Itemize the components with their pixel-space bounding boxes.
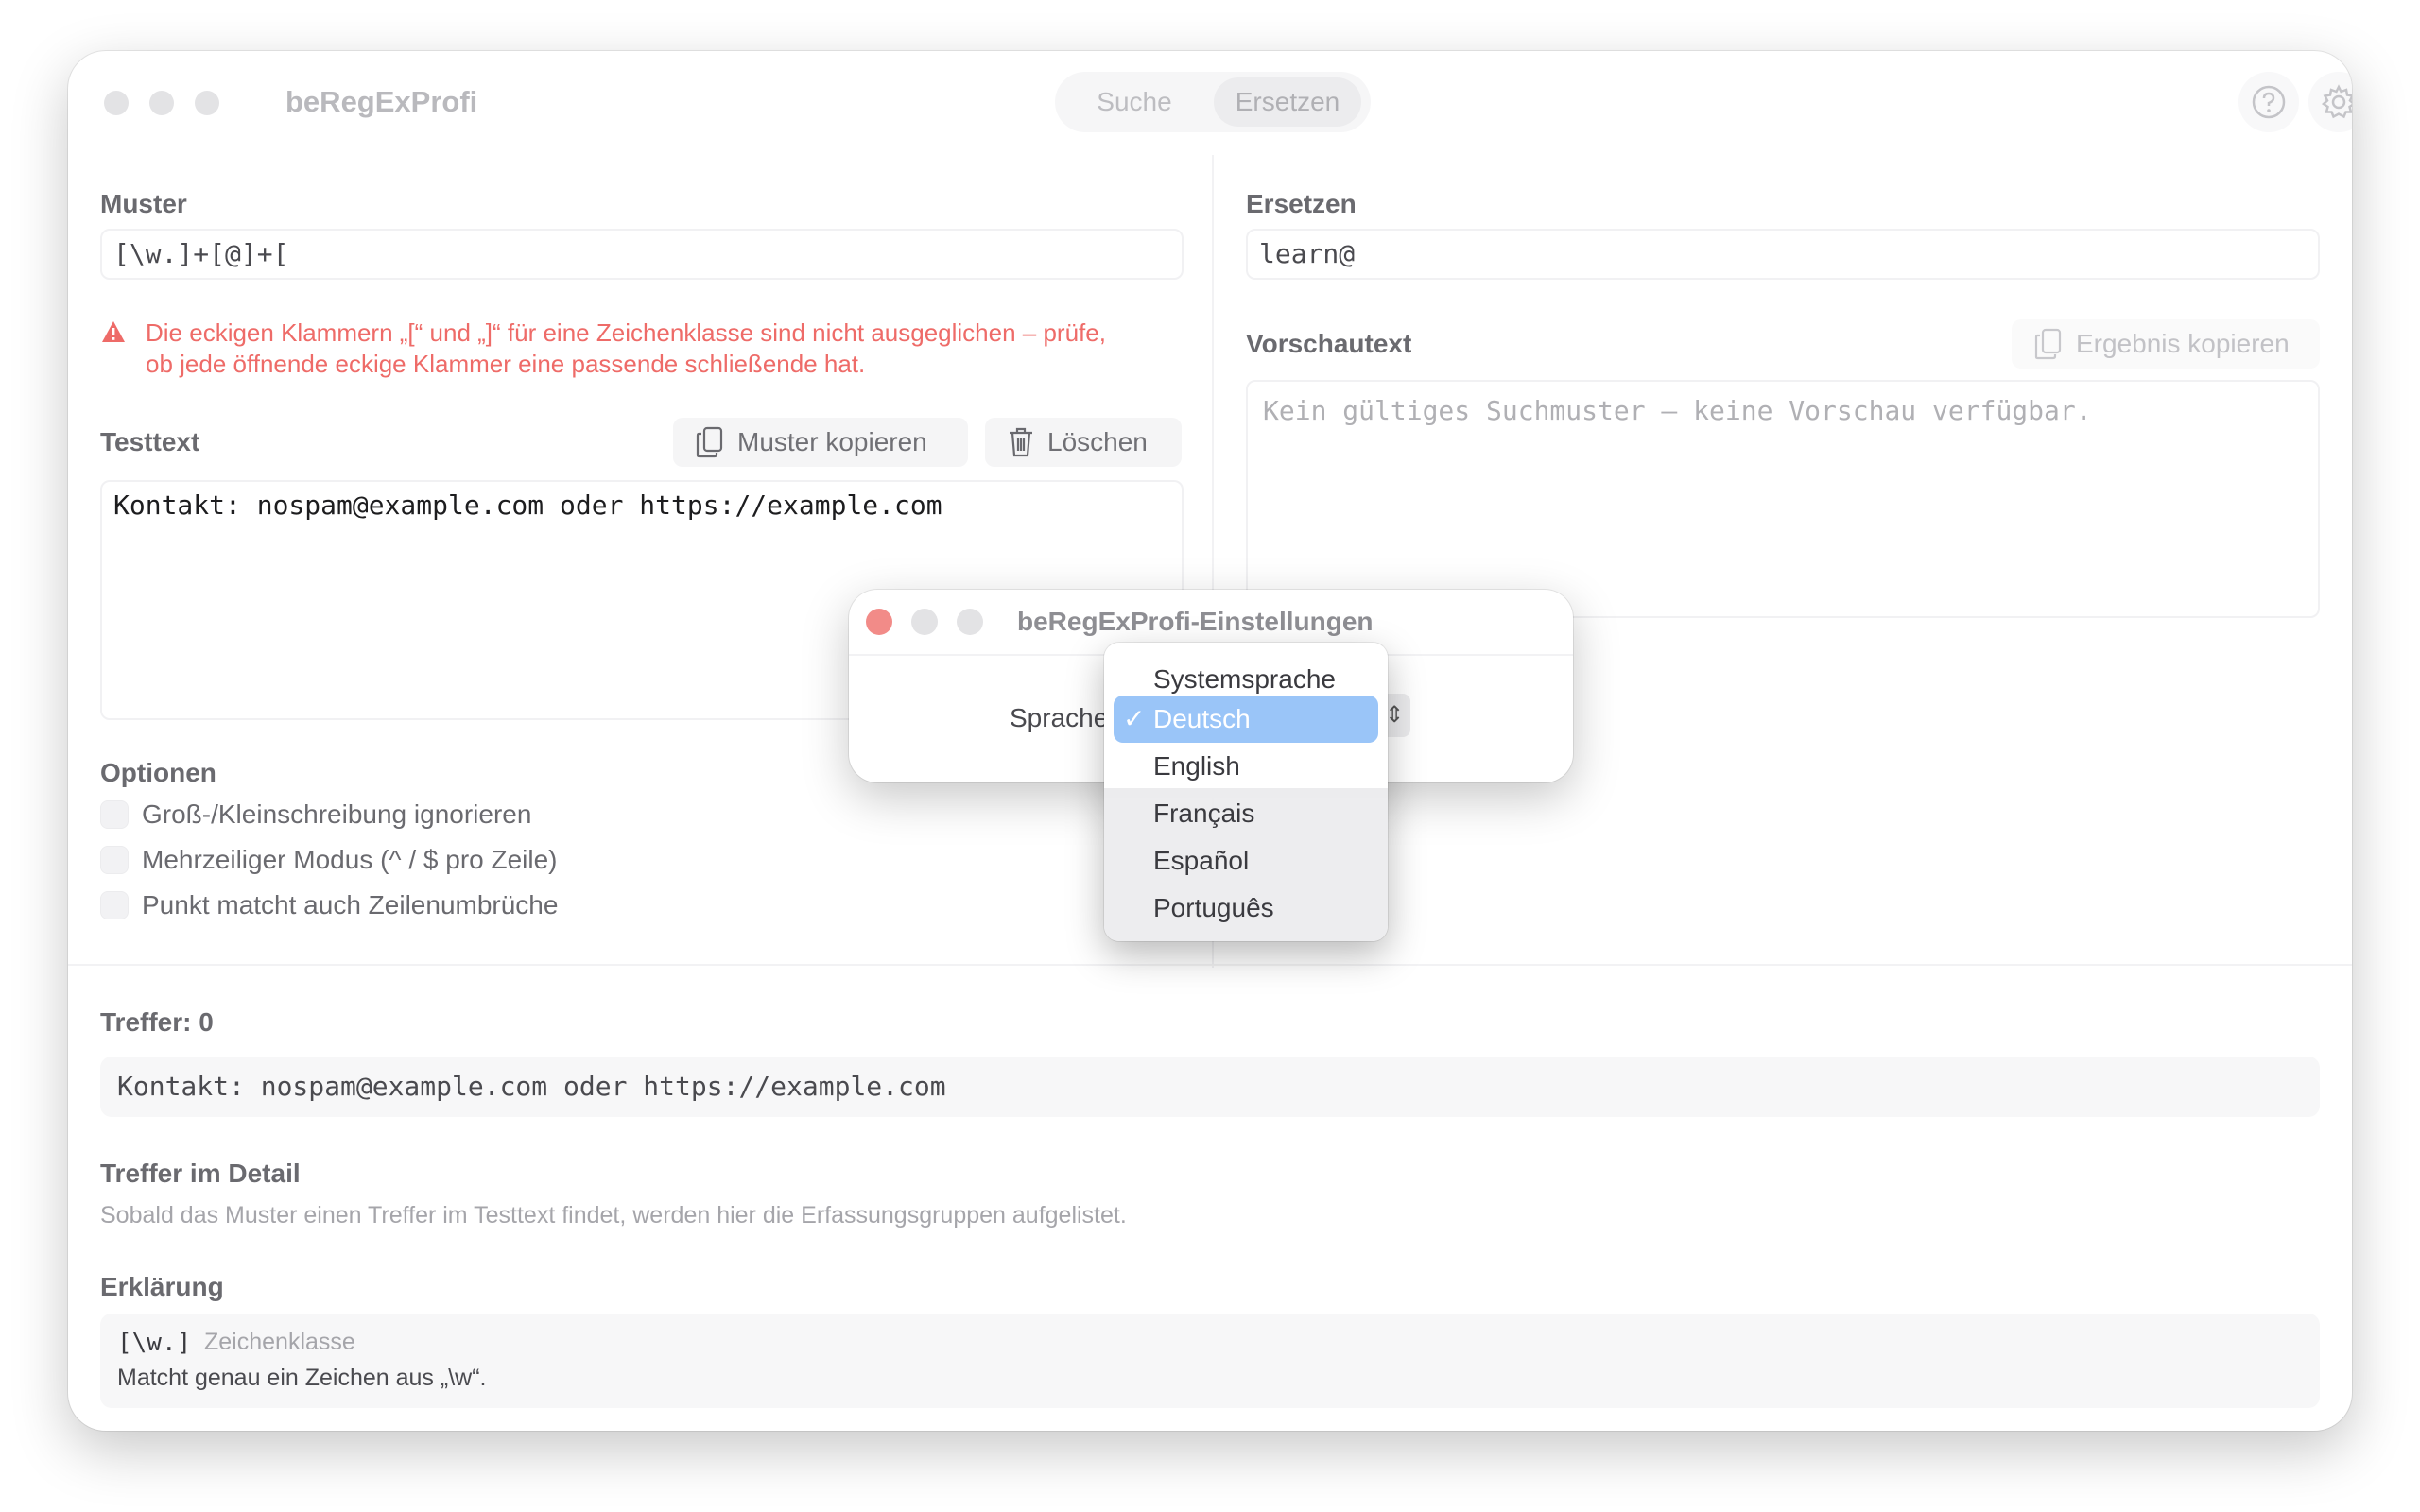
dialog-zoom-button[interactable] (957, 609, 983, 635)
checkbox-ignore-case[interactable] (100, 800, 129, 829)
detail-text: Sobald das Muster einen Treffer im Testt… (100, 1202, 1127, 1228)
tab-ersetzen[interactable]: Ersetzen (1214, 77, 1361, 127)
error-message-line-2: ob jede öffnende eckige Klammer eine pas… (146, 350, 866, 378)
copy-pattern-button-label: Muster kopieren (737, 427, 927, 456)
matches-label: Treffer: 0 (100, 1007, 214, 1037)
replace-label: Ersetzen (1246, 189, 1357, 218)
tab-suche[interactable]: Suche (1068, 77, 1201, 127)
menu-item-deutsch[interactable]: ✓ Deutsch (1114, 696, 1378, 743)
explain-desc: Matcht genau ein Zeichen aus „\w“. (117, 1365, 487, 1391)
testtext-label: Testtext (100, 427, 200, 456)
explain-token: [\w.] (117, 1329, 192, 1357)
dialog-minimize-button[interactable] (911, 609, 938, 635)
help-icon (2252, 85, 2286, 119)
preview-text-area: Kein gültiges Suchmuster – keine Vorscha… (1246, 380, 2320, 618)
window-title: beRegExProfi (285, 85, 478, 118)
option-dotall-label: Punkt matcht auch Zeilenumbrüche (142, 890, 559, 919)
copy-icon (696, 426, 723, 458)
option-ignore-case[interactable]: Groß-/Kleinschreibung ignorieren (100, 799, 531, 830)
explain-kind: Zeichenklasse (204, 1329, 355, 1355)
trash-icon (1010, 427, 1032, 457)
option-ignore-case-label: Groß-/Kleinschreibung ignorieren (142, 799, 532, 829)
copy-pattern-button[interactable]: Muster kopieren (673, 418, 968, 467)
section-divider (68, 964, 2352, 966)
menu-item-portugues[interactable]: Português (1114, 885, 1378, 932)
options-label: Optionen (100, 758, 216, 787)
menu-item-deutsch-label: Deutsch (1153, 704, 1251, 733)
help-button[interactable] (2238, 72, 2299, 132)
preview-label: Vorschautext (1246, 329, 1412, 358)
mode-segmented-control: Suche Ersetzen (1055, 72, 1371, 132)
dialog-title: beRegExProfi-Einstellungen (1017, 607, 1374, 636)
option-multiline-label: Mehrzeiliger Modus (^ / $ pro Zeile) (142, 845, 558, 874)
delete-button-label: Löschen (1047, 427, 1148, 456)
option-multiline[interactable]: Mehrzeiliger Modus (^ / $ pro Zeile) (100, 845, 558, 875)
language-label: Sprache (1010, 703, 1109, 732)
option-dotall[interactable]: Punkt matcht auch Zeilenumbrüche (100, 890, 558, 920)
replace-input[interactable]: learn@ (1246, 229, 2320, 280)
explain-box: [\w.] Zeichenklasse Matcht genau ein Zei… (100, 1314, 2320, 1408)
gear-icon (2321, 84, 2352, 119)
warning-icon (102, 321, 125, 342)
matches-bar: Kontakt: nospam@example.com oder https:/… (100, 1057, 2320, 1117)
checkbox-multiline[interactable] (100, 846, 129, 874)
zoom-window-button[interactable] (195, 91, 219, 115)
delete-button[interactable]: Löschen (985, 418, 1182, 467)
copy-result-button-label: Ergebnis kopieren (2076, 329, 2290, 358)
menu-item-espanol[interactable]: Español (1114, 837, 1378, 885)
pattern-input[interactable]: [\w.]+[@]+[ (100, 229, 1184, 280)
minimize-window-button[interactable] (149, 91, 174, 115)
menu-item-english[interactable]: English (1114, 743, 1378, 790)
checkmark-icon: ✓ (1123, 704, 1146, 733)
menu-item-francais[interactable]: Français (1114, 790, 1378, 837)
close-window-button[interactable] (104, 91, 129, 115)
dialog-close-button[interactable] (866, 609, 892, 635)
pattern-label: Muster (100, 189, 187, 218)
language-menu: Systemsprache ✓ Deutsch English Français… (1104, 643, 1388, 941)
settings-button[interactable] (2308, 72, 2352, 132)
copy-result-button[interactable]: Ergebnis kopieren (2012, 319, 2320, 369)
copy-icon (2034, 328, 2062, 360)
detail-label: Treffer im Detail (100, 1159, 301, 1188)
checkbox-dotall[interactable] (100, 891, 129, 919)
explain-label: Erklärung (100, 1272, 224, 1301)
error-message-line-1: Die eckigen Klammern „[“ und „]“ für ein… (146, 318, 1106, 347)
